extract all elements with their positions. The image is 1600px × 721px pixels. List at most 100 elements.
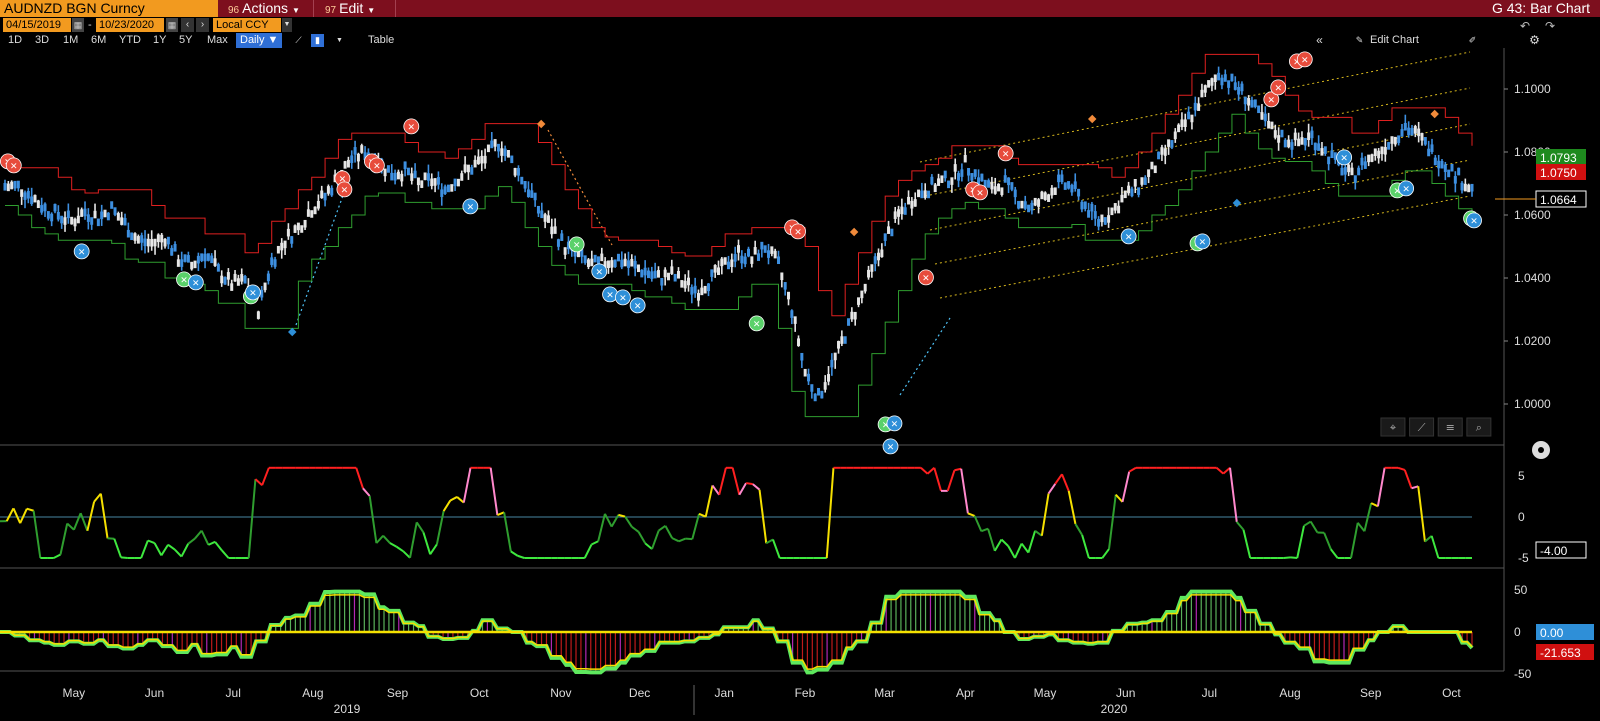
y-tick-label: 50 — [1514, 583, 1528, 597]
price-bar-body — [807, 373, 811, 382]
price-bar-body — [36, 200, 40, 209]
price-bar-body — [1130, 188, 1134, 197]
price-bar-body — [923, 190, 927, 198]
price-bar-body — [590, 258, 594, 267]
oscillator-segment — [1215, 467, 1224, 475]
price-bar-body — [23, 192, 27, 200]
price-bar-body — [650, 271, 654, 279]
signal-icon-glyph: ✕ — [619, 294, 627, 304]
price-bar-body — [1430, 144, 1434, 152]
x-tick-label: Oct — [1442, 686, 1461, 700]
x-tick-label: Nov — [550, 686, 571, 700]
price-bar-body — [710, 269, 714, 277]
price-bar-body — [1277, 135, 1281, 143]
signal-icon-glyph: ✕ — [1125, 233, 1133, 243]
oscillator-segment — [368, 495, 378, 544]
price-bar-body — [280, 242, 284, 251]
price-bar-body — [1303, 137, 1307, 146]
price-bar-body — [1433, 157, 1437, 166]
crosshair-icon[interactable]: ⌖ — [1390, 421, 1396, 434]
price-bar-body — [1397, 135, 1401, 143]
price-bar-body — [550, 226, 554, 235]
price-bar-body — [1133, 179, 1137, 187]
price-bar-body — [543, 214, 547, 222]
price-bar-body — [1427, 148, 1431, 157]
oscillator-segment — [510, 550, 519, 557]
price-bar-body — [460, 173, 464, 181]
price-bar-body — [1467, 184, 1471, 193]
draw-icon[interactable]: ⟋ — [1418, 421, 1426, 434]
signal-icon-glyph: ✕ — [408, 123, 416, 133]
price-bar-body — [1367, 154, 1371, 163]
y-tick-label: 1.1000 — [1514, 82, 1551, 96]
price-bar-body — [1057, 174, 1061, 183]
price-bar-body — [950, 177, 954, 185]
oscillator-segment — [1034, 530, 1043, 537]
chart-tools[interactable]: ⌖ ⟋ ≡ ⌕ — [1380, 417, 1550, 459]
price-bar-body — [1270, 121, 1274, 130]
chart-area[interactable]: ✕✕✕✕✕✕✕✕✕✕✕✕✕✕✕✕✕✕✕✕✕✕✕✕✕✕✕✕✕✕✕✕✕✕✕✕✕✕✕✕… — [0, 0, 1600, 721]
price-bar-body — [636, 264, 640, 273]
oscillator-segment — [825, 467, 835, 559]
price-bar-body — [420, 180, 424, 188]
price-bar-body — [787, 291, 791, 300]
pivot-marker — [1430, 109, 1439, 119]
price-bar-body — [653, 270, 657, 279]
price-bar-body — [910, 200, 914, 209]
oscillator-segment — [160, 544, 169, 556]
oscillator-segment — [449, 496, 458, 502]
oscillator-segment — [926, 467, 935, 475]
oscillator-segment — [1014, 543, 1023, 559]
price-bar-body — [436, 177, 440, 185]
pivot-marker — [849, 227, 859, 237]
price-bar-body — [156, 234, 160, 243]
oscillator-segment — [489, 467, 499, 516]
x-tick-label: Oct — [470, 686, 489, 700]
price-bar-body — [313, 206, 317, 215]
price-bar-body — [1257, 105, 1261, 114]
list-icon[interactable]: ≡ — [1446, 421, 1455, 434]
price-bar-body — [696, 293, 700, 301]
price-bar-body — [847, 318, 851, 326]
price-bar-body — [900, 206, 904, 215]
price-bar-body — [270, 257, 274, 265]
price-bar-body — [600, 253, 604, 262]
price-bar-body — [873, 256, 877, 264]
oscillator-segment — [140, 540, 149, 559]
price-bar-body — [1353, 175, 1357, 183]
oscillator-segment — [261, 467, 270, 486]
price-bar-body — [1390, 136, 1394, 144]
price-bar-body — [813, 393, 817, 402]
zoom-icon[interactable]: ⌕ — [1476, 421, 1482, 434]
price-bar-body — [1357, 167, 1361, 176]
x-tick-label: Jul — [1202, 686, 1217, 700]
price-bar-body — [493, 139, 497, 147]
price-bar-body — [3, 182, 7, 191]
price-bar-body — [693, 285, 697, 294]
price-bar-body — [286, 228, 290, 237]
price-bar-body — [1307, 132, 1311, 141]
price-bar-body — [1220, 77, 1224, 86]
price-bar-body — [940, 175, 944, 183]
price-bar-body — [993, 186, 997, 194]
oscillator-segment — [120, 556, 128, 559]
price-bar-body — [173, 244, 177, 252]
price-bar-body — [223, 277, 227, 285]
oscillator-segment — [1121, 471, 1131, 503]
oscillator-segment — [1047, 483, 1057, 495]
signal-icon-glyph: ✕ — [887, 443, 895, 453]
x-tick-label: Feb — [795, 686, 816, 700]
x-tick-label: Jun — [1116, 686, 1135, 700]
price-bar-body — [1313, 142, 1317, 151]
oscillator-segment — [355, 467, 364, 489]
oscillator-tag-label: -4.00 — [1540, 544, 1568, 558]
price-bar-body — [413, 170, 417, 179]
price-bar-body — [1037, 199, 1041, 207]
oscillator-segment — [53, 553, 61, 559]
price-bar-body — [140, 235, 144, 243]
oscillator-segment — [765, 538, 774, 545]
price-bar-body — [60, 215, 64, 224]
price-bar-body — [183, 254, 187, 262]
oscillator-segment — [960, 468, 969, 514]
price-bar-body — [446, 184, 450, 193]
